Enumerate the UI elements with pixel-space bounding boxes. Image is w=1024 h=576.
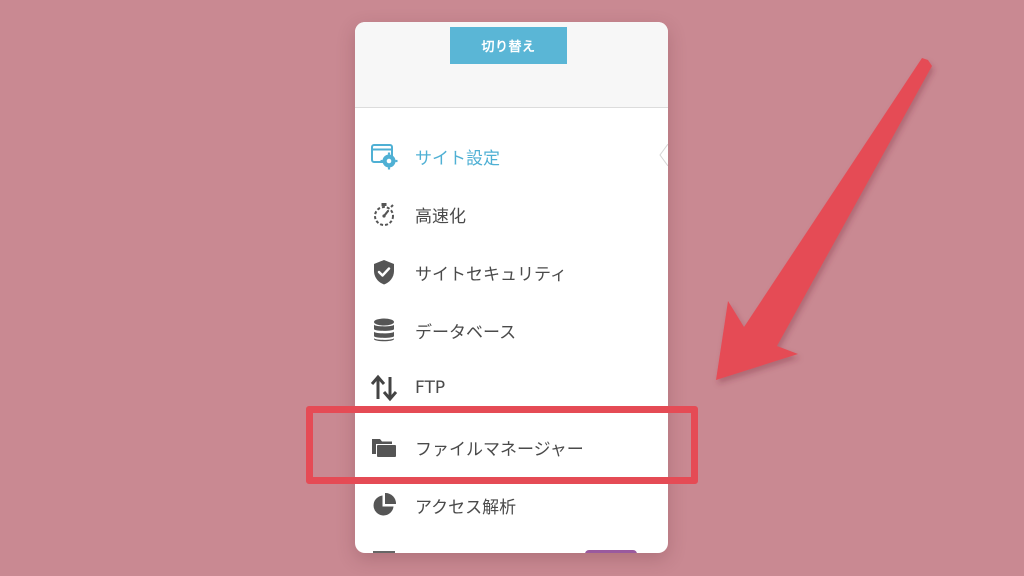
folder-icon (369, 432, 399, 462)
site-settings-icon (369, 141, 399, 171)
sidebar-item-speedup[interactable]: 高速化 (355, 189, 668, 239)
database-icon (369, 315, 399, 345)
partial-menu-icon (373, 551, 395, 553)
sidebar-item-access-analytics[interactable]: アクセス解析 (355, 480, 668, 530)
stopwatch-icon (369, 199, 399, 229)
sidebar-item-label: サイトセキュリティ (415, 264, 567, 285)
transfer-arrows-icon (369, 373, 399, 403)
sidebar-item-label: 高速化 (415, 206, 466, 227)
sidebar-item-ftp[interactable]: FTP (355, 363, 668, 413)
sidebar-item-label: アクセス解析 (415, 497, 517, 518)
pie-chart-icon (369, 490, 399, 520)
sidebar-item-label: サイト設定 (415, 148, 500, 169)
partial-badge (585, 550, 637, 553)
sidebar-panel: 切り替え サイト設定 高速化 サイトセキュリティ データベース FTP ファイル… (355, 22, 668, 553)
sidebar-item-label: FTP (415, 378, 446, 398)
sidebar-item-file-manager[interactable]: ファイルマネージャー (355, 422, 668, 472)
active-caret-icon (659, 144, 668, 166)
sidebar-item-site-security[interactable]: サイトセキュリティ (355, 247, 668, 297)
sidebar-item-database[interactable]: データベース (355, 305, 668, 355)
sidebar-item-site-settings[interactable]: サイト設定 (355, 131, 668, 181)
sidebar-item-label: データベース (415, 322, 517, 343)
panel-header: 切り替え (355, 22, 668, 108)
shield-check-icon (369, 257, 399, 287)
switch-button[interactable]: 切り替え (450, 27, 567, 64)
sidebar-item-label: ファイルマネージャー (415, 439, 584, 460)
